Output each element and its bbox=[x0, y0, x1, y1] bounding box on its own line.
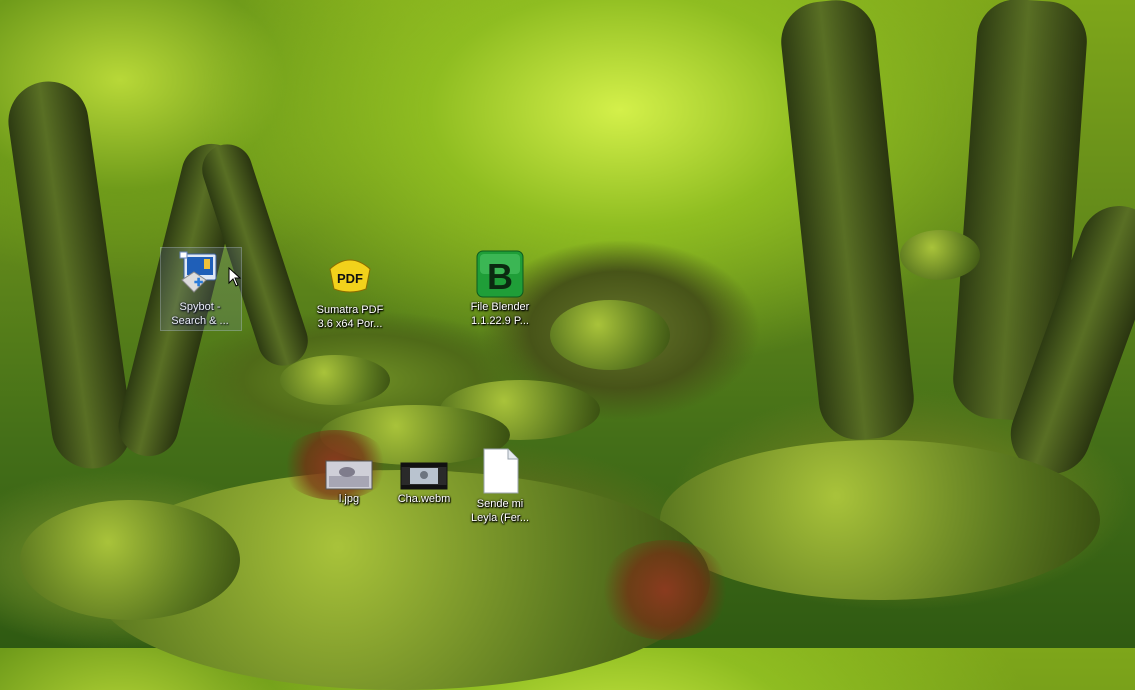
desktop-icon-label: l.jpg bbox=[338, 493, 360, 505]
desktop-icon-sumatra-pdf[interactable]: PDF Sumatra PDF 3.6 x64 Por... bbox=[312, 253, 388, 331]
svg-text:✚: ✚ bbox=[194, 277, 203, 289]
desktop-icon-cha-webm[interactable]: Cha.webm bbox=[386, 462, 462, 506]
desktop-icon-label: File Blender 1.1.22.9 P... bbox=[470, 301, 530, 327]
desktop-icon-file-blender[interactable]: B File Blender 1.1.22.9 P... bbox=[462, 250, 538, 328]
desktop-icon-label: Cha.webm bbox=[397, 493, 451, 505]
blender-letter: B bbox=[487, 256, 513, 297]
video-thumbnail-icon bbox=[400, 462, 448, 490]
desktop-icon-label: Sende mi Leyla (Fer... bbox=[470, 498, 530, 524]
image-thumbnail-icon bbox=[325, 460, 373, 490]
desktop-icon-l-jpg[interactable]: l.jpg bbox=[311, 460, 387, 506]
pdf-icon: PDF bbox=[326, 253, 374, 301]
pdf-badge-text: PDF bbox=[337, 271, 363, 286]
desktop-icon-spybot[interactable]: ✚ Spybot - Search & ... bbox=[160, 247, 242, 331]
spybot-icon: ✚ bbox=[176, 250, 224, 298]
file-blender-icon: B bbox=[476, 250, 524, 298]
document-icon bbox=[476, 447, 524, 495]
desktop-icon-label: Sumatra PDF 3.6 x64 Por... bbox=[316, 304, 384, 330]
mouse-cursor-icon bbox=[228, 267, 242, 287]
desktop-icon-sende-mi-leyla[interactable]: Sende mi Leyla (Fer... bbox=[462, 447, 538, 525]
